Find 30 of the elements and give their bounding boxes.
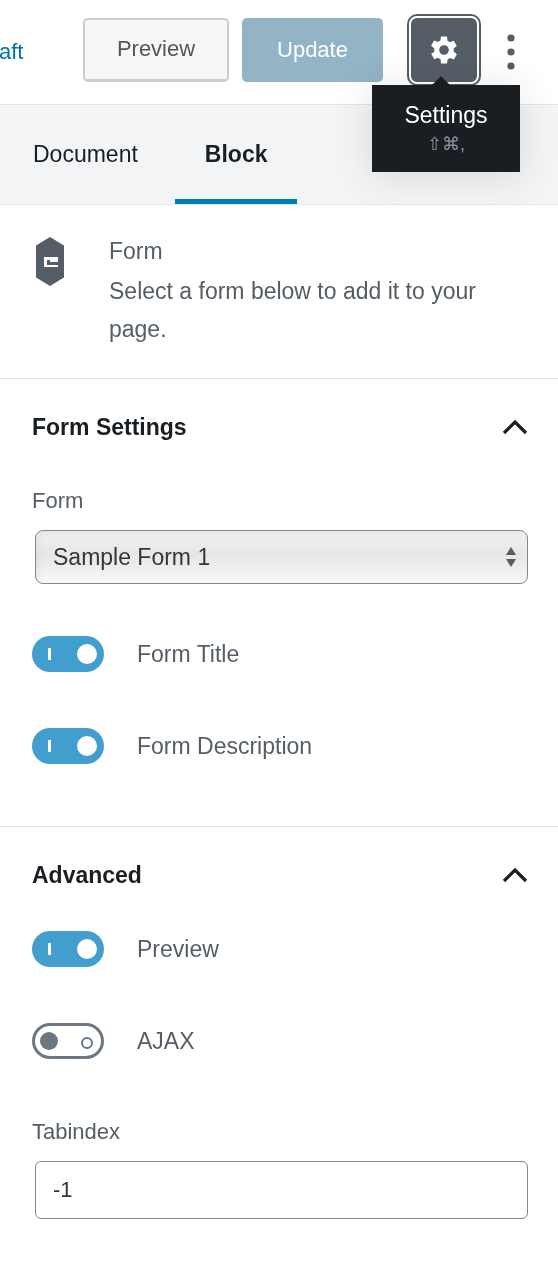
block-description: Select a form below to add it to your page. — [109, 277, 477, 344]
sidebar-tab[interactable]: Document — [3, 105, 168, 204]
panel-title: Form Settings — [32, 413, 187, 441]
tooltip-title: Settings — [404, 102, 488, 129]
select-arrows-icon — [505, 546, 517, 568]
sidebar-tab[interactable]: Block — [174, 105, 298, 204]
toggle-label: Preview — [137, 935, 219, 963]
input-field[interactable]: -1 — [35, 1161, 528, 1219]
toggle-label: Form Description — [137, 732, 313, 760]
form-select[interactable]: Sample Form 1 — [35, 530, 528, 584]
settings-button[interactable] — [409, 15, 479, 84]
preview-button[interactable]: Preview — [83, 17, 229, 82]
more-options-icon[interactable] — [507, 34, 515, 70]
field-label: Tabindex — [32, 1119, 122, 1145]
toggle-switch[interactable] — [32, 1023, 104, 1059]
field-label: Form — [32, 488, 85, 514]
block-title: Form — [109, 237, 164, 266]
panel-header[interactable]: Form Settings — [32, 379, 528, 475]
toggle-switch[interactable] — [32, 636, 104, 672]
block-icon — [36, 237, 64, 286]
chevron-up-icon — [502, 867, 528, 883]
toggle-switch[interactable] — [32, 931, 104, 967]
toggle-switch[interactable] — [32, 728, 104, 764]
toggle-label: AJAX — [137, 1027, 195, 1055]
keyboard-shortcut: ⇧⌘, — [427, 133, 465, 155]
panel-header[interactable]: Advanced — [32, 827, 528, 923]
toggle-label: Form Title — [137, 640, 240, 668]
panel-title: Advanced — [32, 861, 142, 889]
save-draft-link[interactable]: aft — [0, 39, 83, 65]
chevron-up-icon — [502, 419, 528, 435]
